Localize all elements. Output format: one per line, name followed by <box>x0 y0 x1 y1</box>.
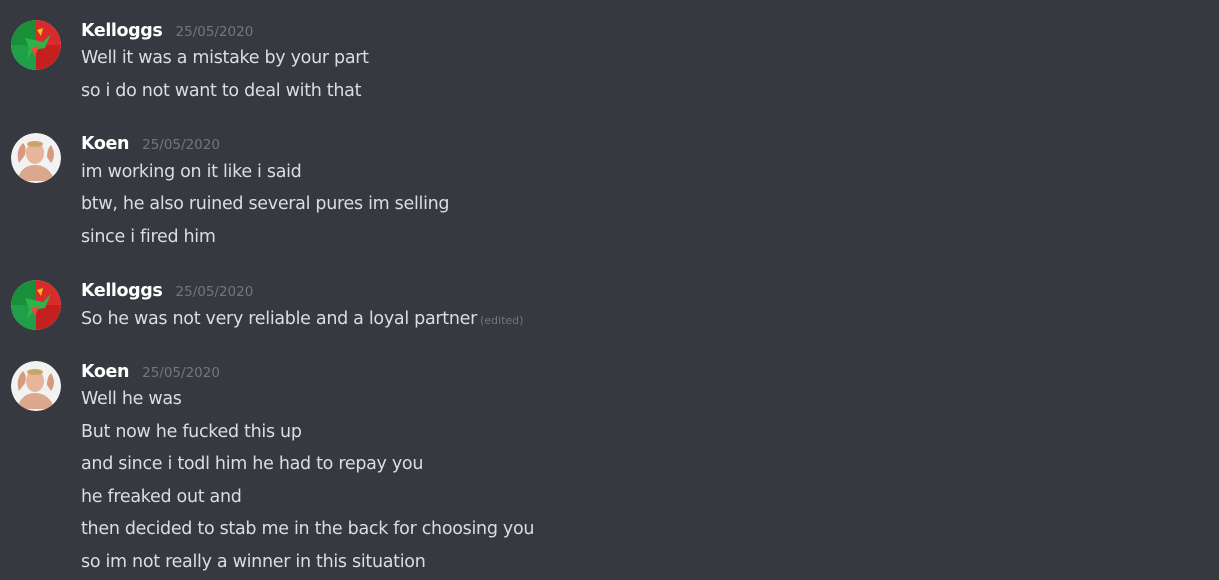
message-line: so i do not want to deal with that <box>81 81 362 101</box>
message-line: But now he fucked this up <box>81 422 302 442</box>
message-line: So he was not very reliable and a loyal … <box>81 309 523 329</box>
message-line: Well he was <box>81 389 182 409</box>
kelloggs-avatar-icon[interactable] <box>11 280 61 330</box>
username[interactable]: Kelloggs <box>81 21 163 41</box>
message-line: since i fired him <box>81 227 216 247</box>
message-line: Well it was a mistake by your part <box>81 48 369 68</box>
message-line: and since i todl him he had to repay you <box>81 454 424 474</box>
message-line: so im not really a winner in this situat… <box>81 552 426 572</box>
koen-avatar-icon[interactable] <box>11 361 61 411</box>
username[interactable]: Kelloggs <box>81 281 163 301</box>
message-line: im working on it like i said <box>81 162 302 182</box>
message-line: he freaked out and <box>81 487 242 507</box>
username[interactable]: Koen <box>81 134 129 154</box>
koen-avatar-icon[interactable] <box>11 133 61 183</box>
username[interactable]: Koen <box>81 362 129 382</box>
message-text: So he was not very reliable and a loyal … <box>81 309 477 329</box>
timestamp: 25/05/2020 <box>175 24 254 40</box>
timestamp: 25/05/2020 <box>142 137 220 153</box>
timestamp: 25/05/2020 <box>175 284 254 300</box>
message-line: then decided to stab me in the back for … <box>81 519 535 539</box>
timestamp: 25/05/2020 <box>142 365 220 381</box>
chat-messages: Kelloggs 25/05/2020 Well it was a mistak… <box>0 0 1219 580</box>
message-line: btw, he also ruined several pures im sel… <box>81 194 450 214</box>
kelloggs-avatar-icon[interactable] <box>11 20 61 70</box>
edited-label: (edited) <box>480 314 524 327</box>
